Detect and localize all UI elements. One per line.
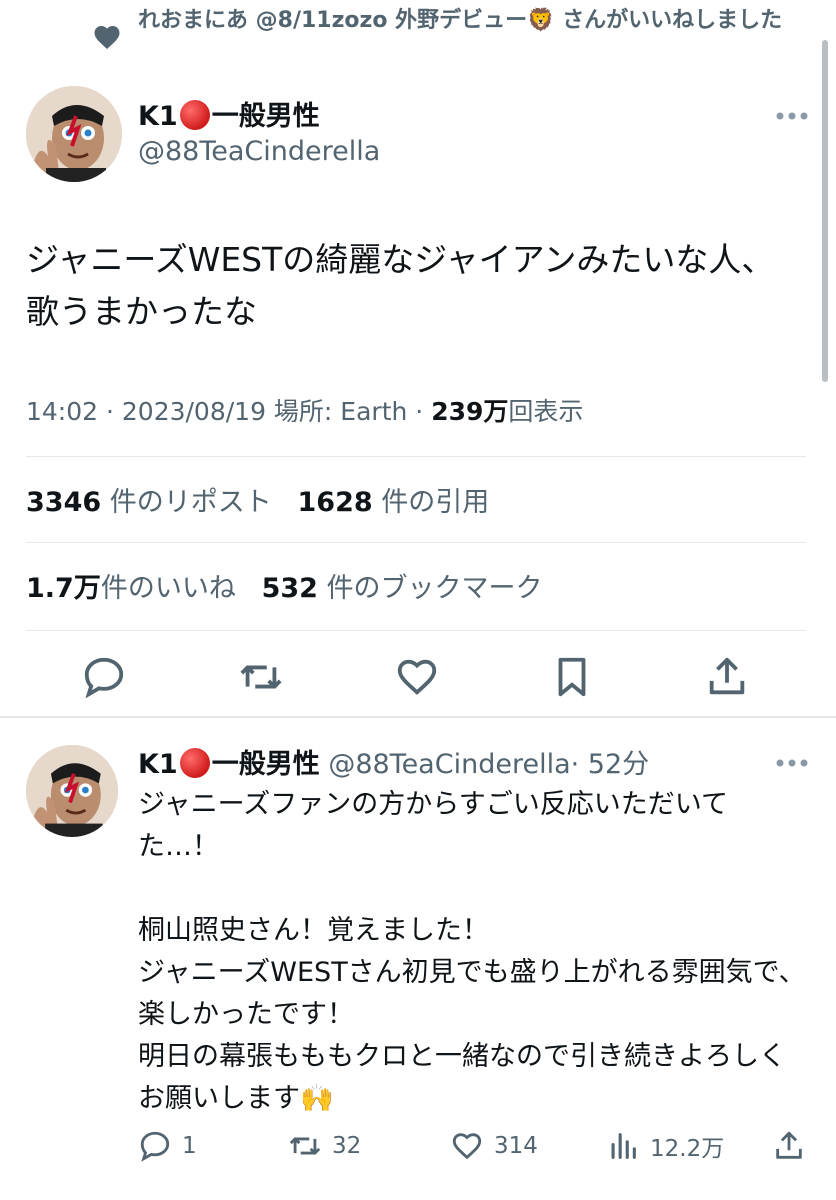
more-options-icon[interactable] xyxy=(775,755,809,769)
reply-share-button[interactable] xyxy=(772,1126,816,1166)
analytics-icon xyxy=(611,1133,636,1159)
like-button[interactable] xyxy=(394,654,440,700)
avatar[interactable] xyxy=(26,86,122,182)
red-circle-icon xyxy=(179,748,210,778)
reply-icon xyxy=(81,657,127,704)
bookmark-icon xyxy=(549,657,595,704)
reply-reply-button[interactable]: 1 xyxy=(138,1126,197,1166)
tweet-meta: 14:02 · 2023/08/19 場所: Earth · 239万回表示 xyxy=(26,392,583,428)
share-icon xyxy=(704,657,750,704)
quotes-stat[interactable]: 1628 件の引用 xyxy=(298,487,490,518)
author-handle[interactable]: @88TeaCinderella xyxy=(138,136,380,167)
reply-like-button[interactable]: 314 xyxy=(450,1126,538,1166)
reply-author-name-suffix: 一般男性 xyxy=(211,749,320,780)
reply-views-button[interactable]: 12.2万 xyxy=(606,1126,724,1166)
heart-icon xyxy=(90,22,124,52)
quotes-count: 1628 xyxy=(297,487,373,518)
tweet-separator xyxy=(0,716,836,718)
reply-time: · 52分 xyxy=(570,749,650,780)
tweet-text: ジャニーズWESTの綺麗なジャイアンみたいな人、 歌うまかったな xyxy=(26,240,775,331)
bookmark-button[interactable] xyxy=(549,654,595,700)
share-button[interactable] xyxy=(704,654,750,700)
reply-author[interactable]: K1 一般男性 @88TeaCinderella· 52分 xyxy=(138,742,649,781)
reposts-label: 件のリポスト xyxy=(101,487,272,518)
reply-count: 1 xyxy=(182,1133,197,1159)
bookmarks-label: 件のブックマーク xyxy=(317,573,543,604)
reply-handle: @88TeaCinderella xyxy=(328,749,571,780)
reply-repost-button[interactable]: 32 xyxy=(288,1126,361,1166)
likes-stat[interactable]: 1.7万件のいいね xyxy=(26,573,236,604)
social-context-text[interactable]: れおまにあ @8/11zozo 外野デビュー🦁 さんがいいねしました xyxy=(138,4,818,38)
heart-outline-icon xyxy=(394,659,440,704)
bookmarks-count: 532 xyxy=(261,573,318,604)
reply-icon xyxy=(140,1131,170,1162)
quotes-label: 件の引用 xyxy=(372,487,490,518)
tweet-timestamp[interactable]: 14:02 · 2023/08/19 場所: Earth · xyxy=(26,397,431,426)
repost-button[interactable] xyxy=(238,654,284,700)
author-name[interactable]: K1 一般男性 xyxy=(138,94,320,133)
repost-icon xyxy=(289,1137,321,1155)
reply-text: ジャニーズファンの方からすごい反応いただいてた…！ 桐山照史さん！覚えました！ … xyxy=(138,789,806,1114)
views-count: 239万 xyxy=(431,397,509,426)
author-name-prefix: K1 xyxy=(138,101,178,132)
more-options-icon[interactable] xyxy=(775,108,809,122)
divider xyxy=(26,630,806,631)
reply-avatar[interactable] xyxy=(26,745,118,837)
scrollbar[interactable] xyxy=(822,40,828,382)
likes-count: 1.7万 xyxy=(26,573,101,604)
repost-count: 32 xyxy=(332,1133,362,1159)
heart-outline-icon xyxy=(452,1133,482,1160)
bookmarks-stat[interactable]: 532 件のブックマーク xyxy=(262,573,543,604)
like-count: 314 xyxy=(494,1133,538,1159)
views-label: 回表示 xyxy=(508,397,584,426)
reply-button[interactable] xyxy=(81,654,127,700)
divider xyxy=(26,456,806,457)
stats-row-likes: 1.7万件のいいね 532 件のブックマーク xyxy=(26,566,543,605)
share-icon xyxy=(776,1131,802,1159)
views-count: 12.2万 xyxy=(650,1136,725,1162)
repost-icon xyxy=(238,665,284,704)
reposts-count: 3346 xyxy=(26,487,102,518)
red-circle-icon xyxy=(179,100,210,130)
reply-author-name-prefix: K1 xyxy=(138,749,178,780)
likes-label: 件のいいね xyxy=(100,573,236,604)
stats-row-reposts: 3346 件のリポスト 1628 件の引用 xyxy=(26,480,489,519)
reposts-stat[interactable]: 3346 件のリポスト xyxy=(26,487,272,518)
author-name-suffix: 一般男性 xyxy=(211,101,320,132)
divider xyxy=(26,542,806,543)
